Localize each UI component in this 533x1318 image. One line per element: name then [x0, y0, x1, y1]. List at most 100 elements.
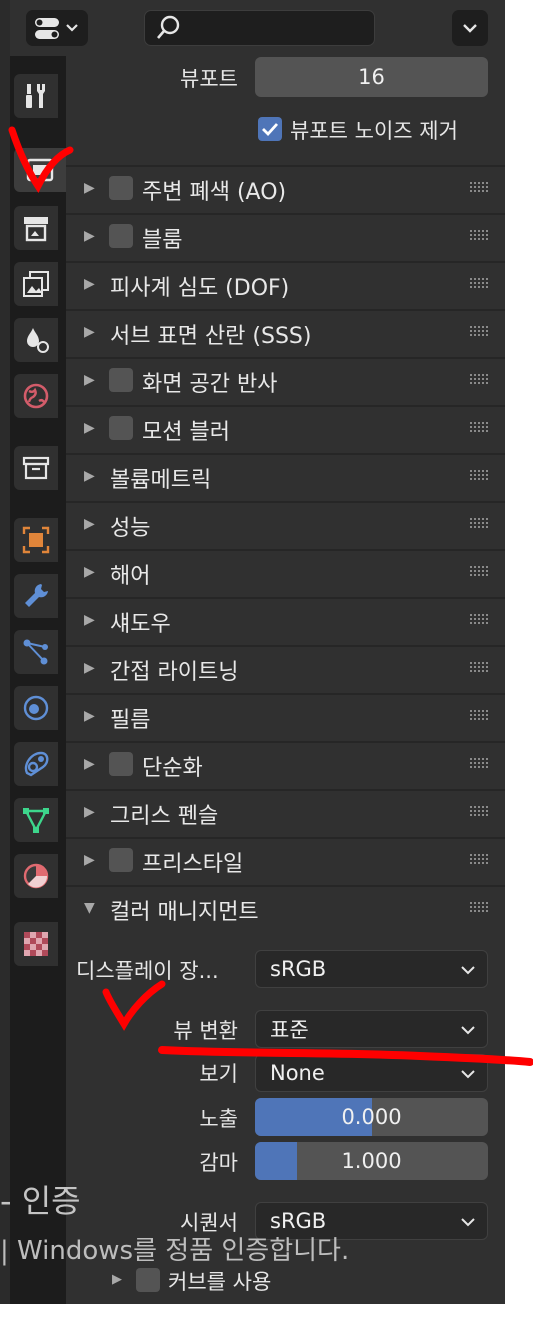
drag-handle-icon[interactable]: [469, 516, 491, 530]
panel-header[interactable]: ▶ 볼륨메트릭: [66, 453, 505, 499]
activation-watermark-message: | Windows를 정품 인증합니다.: [0, 1236, 350, 1266]
tab-scene[interactable]: [14, 318, 58, 362]
use-curves-checkbox[interactable]: [136, 1268, 160, 1292]
panel-header[interactable]: ▶ 서브 표면 산란 (SSS): [66, 309, 505, 355]
panel-title: 주변 폐색 (AO): [142, 180, 287, 205]
expand-triangle-icon[interactable]: ▶: [84, 564, 95, 580]
drag-handle-icon[interactable]: [469, 372, 491, 386]
drag-handle-icon[interactable]: [469, 612, 491, 626]
view-transform-dropdown[interactable]: 표준: [255, 1010, 488, 1048]
tab-data[interactable]: [14, 798, 58, 842]
drag-handle-icon[interactable]: [469, 276, 491, 290]
expand-triangle-icon[interactable]: ▶: [84, 852, 95, 868]
tab-render[interactable]: [14, 148, 66, 192]
expand-triangle-icon[interactable]: ▶: [84, 276, 95, 292]
tab-modifiers[interactable]: [14, 574, 58, 618]
panel-header[interactable]: ▶ 화면 공간 반사: [66, 357, 505, 403]
expand-triangle-icon[interactable]: ▶: [84, 228, 95, 244]
panel-header[interactable]: ▶ 모션 블러: [66, 405, 505, 451]
output-icon: [24, 217, 48, 242]
panel-header[interactable]: ▶ 그리스 펜슬: [66, 789, 505, 835]
panel-header[interactable]: ▶ 블룸: [66, 213, 505, 259]
tab-object[interactable]: [14, 518, 58, 562]
panel-header[interactable]: ▶ 주변 폐색 (AO): [66, 165, 505, 211]
drag-handle-icon[interactable]: [469, 660, 491, 674]
exposure-label: 노출: [199, 1107, 238, 1131]
tab-material[interactable]: [14, 854, 58, 898]
panel-header[interactable]: ▶ 프리스타일: [66, 837, 505, 883]
exposure-slider[interactable]: 0.000: [255, 1098, 488, 1136]
drag-handle-icon[interactable]: [469, 900, 491, 914]
drag-handle-icon[interactable]: [469, 468, 491, 482]
constraints-icon: [24, 751, 49, 777]
panel-header[interactable]: ▶ 섀도우: [66, 597, 505, 643]
search-input[interactable]: [144, 10, 375, 46]
panel-title: 블룸: [142, 228, 183, 253]
expand-triangle-icon[interactable]: ▶: [84, 660, 95, 676]
tab-view-layer[interactable]: [14, 262, 58, 306]
panel-header[interactable]: ▶ 피사계 심도 (DOF): [66, 261, 505, 307]
panel-header[interactable]: ▶ 해어: [66, 549, 505, 595]
panel-enable-checkbox[interactable]: [109, 416, 133, 440]
drag-handle-icon[interactable]: [469, 852, 491, 866]
tab-physics[interactable]: [14, 686, 58, 730]
expand-triangle-icon[interactable]: ▶: [84, 324, 95, 340]
drag-handle-icon[interactable]: [469, 756, 491, 770]
drag-handle-icon[interactable]: [469, 324, 491, 338]
panel-title: 화면 공간 반사: [142, 372, 278, 397]
viewport-denoise-checkbox[interactable]: [258, 117, 282, 141]
gamma-slider[interactable]: 1.000: [255, 1142, 488, 1180]
tab-output[interactable]: [14, 206, 58, 250]
options-button[interactable]: [452, 10, 488, 46]
panel-header[interactable]: ▶ 성능: [66, 501, 505, 547]
physics-icon: [23, 695, 49, 721]
collapse-triangle-icon[interactable]: ▼: [84, 900, 95, 916]
tab-texture[interactable]: [14, 922, 58, 966]
editor-type-button[interactable]: [26, 10, 88, 46]
expand-triangle-icon[interactable]: ▶: [84, 468, 95, 484]
drag-handle-icon[interactable]: [469, 708, 491, 722]
wrench-icon: [25, 584, 48, 607]
panel-header[interactable]: ▶ 필름: [66, 693, 505, 739]
tab-constraints[interactable]: [14, 742, 58, 786]
panel-enable-checkbox[interactable]: [109, 224, 133, 248]
tab-particles[interactable]: [14, 630, 58, 674]
expand-triangle-icon[interactable]: ▶: [84, 420, 95, 436]
drag-handle-icon[interactable]: [469, 228, 491, 242]
expand-triangle-icon[interactable]: ▶: [84, 756, 95, 772]
expand-triangle-icon[interactable]: ▶: [84, 804, 95, 820]
panel-title: 피사계 심도 (DOF): [110, 276, 290, 301]
panel-title: 필름: [110, 708, 151, 733]
panel-enable-checkbox[interactable]: [109, 848, 133, 872]
tab-collection[interactable]: [14, 446, 58, 490]
look-label: 보기: [199, 1062, 238, 1086]
drag-handle-icon[interactable]: [469, 564, 491, 578]
activation-watermark-title: - 인증: [0, 1182, 81, 1220]
expand-triangle-icon[interactable]: ▶: [84, 180, 95, 196]
drag-handle-icon[interactable]: [469, 180, 491, 194]
panel-header[interactable]: ▶ 간접 라이트닝: [66, 645, 505, 691]
gamma-value: 1.000: [341, 1149, 402, 1173]
panel-title: 모션 블러: [142, 420, 230, 445]
panel-enable-checkbox[interactable]: [109, 368, 133, 392]
display-device-dropdown[interactable]: sRGB: [255, 950, 488, 988]
panel-enable-checkbox[interactable]: [109, 176, 133, 200]
expand-triangle-icon[interactable]: ▶: [84, 612, 95, 628]
panel-enable-checkbox[interactable]: [109, 752, 133, 776]
drag-handle-icon[interactable]: [469, 804, 491, 818]
tab-tool[interactable]: [14, 74, 58, 118]
expand-triangle-icon[interactable]: ▶: [84, 708, 95, 724]
look-dropdown[interactable]: None: [255, 1054, 488, 1092]
tab-world[interactable]: [14, 374, 58, 418]
expand-triangle-icon[interactable]: ▶: [84, 372, 95, 388]
panel-title: 성능: [110, 516, 151, 541]
drag-handle-icon[interactable]: [469, 420, 491, 434]
material-icon: [23, 863, 49, 889]
expand-triangle-icon[interactable]: ▶: [84, 516, 95, 532]
expand-triangle-icon[interactable]: ▶: [112, 1272, 122, 1287]
chevron-down-icon: [461, 1070, 475, 1079]
viewport-samples-field[interactable]: 16: [255, 57, 488, 97]
panel-header[interactable]: ▼ 컬러 매니지먼트: [66, 885, 505, 931]
chevron-down-icon: [463, 24, 477, 33]
panel-header[interactable]: ▶ 단순화: [66, 741, 505, 787]
